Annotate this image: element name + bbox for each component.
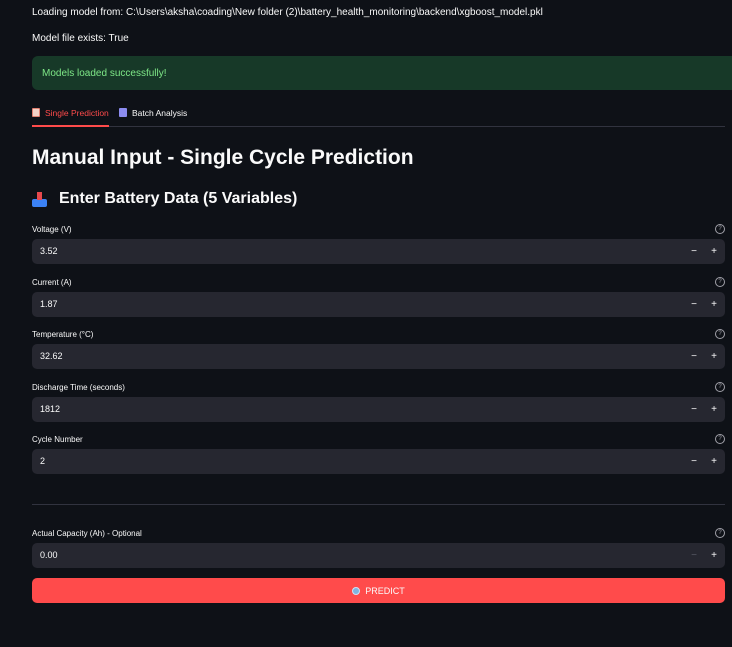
- increment-button[interactable]: +: [707, 397, 721, 422]
- decrement-button[interactable]: −: [687, 543, 701, 568]
- actual-capacity-label: Actual Capacity (Ah) - Optional: [32, 529, 142, 538]
- log-exists-line: Model file exists: True: [32, 33, 129, 44]
- log-loading-line: Loading model from: C:\Users\aksha\coadi…: [32, 7, 543, 18]
- increment-button[interactable]: +: [707, 449, 721, 474]
- help-icon[interactable]: ?: [715, 382, 725, 392]
- decrement-button[interactable]: −: [687, 449, 701, 474]
- predict-button-label: PREDICT: [365, 585, 405, 596]
- temperature-value[interactable]: 32.62: [40, 344, 63, 369]
- predict-button[interactable]: PREDICT: [32, 578, 725, 603]
- discharge-time-value[interactable]: 1812: [40, 397, 60, 422]
- help-icon[interactable]: ?: [715, 277, 725, 287]
- voltage-value[interactable]: 3.52: [40, 239, 58, 264]
- current-value[interactable]: 1.87: [40, 292, 58, 317]
- discharge-time-label: Discharge Time (seconds): [32, 383, 125, 392]
- tab-batch-analysis[interactable]: Batch Analysis: [119, 100, 187, 125]
- page-title: Manual Input - Single Cycle Prediction: [32, 146, 414, 169]
- decrement-button[interactable]: −: [687, 239, 701, 264]
- increment-button[interactable]: +: [707, 239, 721, 264]
- help-icon[interactable]: ?: [715, 528, 725, 538]
- temperature-label: Temperature (°C): [32, 330, 94, 339]
- help-icon[interactable]: ?: [715, 434, 725, 444]
- cycle-number-input[interactable]: 2 − +: [32, 449, 725, 474]
- cycle-number-value[interactable]: 2: [40, 449, 45, 474]
- help-icon[interactable]: ?: [715, 329, 725, 339]
- inbox-tray-icon: [32, 191, 47, 207]
- increment-button[interactable]: +: [707, 344, 721, 369]
- current-input[interactable]: 1.87 − +: [32, 292, 725, 317]
- cycle-number-label: Cycle Number: [32, 435, 83, 444]
- tab-single-prediction[interactable]: Single Prediction: [32, 100, 109, 127]
- document-icon: [32, 108, 40, 117]
- section-title-text: Enter Battery Data (5 Variables): [59, 190, 298, 207]
- help-icon[interactable]: ?: [715, 224, 725, 234]
- decrement-button[interactable]: −: [687, 344, 701, 369]
- temperature-input[interactable]: 32.62 − +: [32, 344, 725, 369]
- current-label: Current (A): [32, 278, 72, 287]
- voltage-label: Voltage (V): [32, 225, 72, 234]
- magnifier-icon: [352, 586, 361, 595]
- decrement-button[interactable]: −: [687, 397, 701, 422]
- actual-capacity-value[interactable]: 0.00: [40, 543, 58, 568]
- voltage-input[interactable]: 3.52 − +: [32, 239, 725, 264]
- discharge-time-input[interactable]: 1812 − +: [32, 397, 725, 422]
- tab-bar: Single Prediction Batch Analysis: [32, 100, 725, 127]
- actual-capacity-input[interactable]: 0.00 − +: [32, 543, 725, 568]
- tab-batch-analysis-label: Batch Analysis: [132, 107, 188, 118]
- section-title: Enter Battery Data (5 Variables): [32, 190, 297, 208]
- database-icon: [119, 108, 127, 117]
- increment-button[interactable]: +: [707, 292, 721, 317]
- divider: [32, 504, 725, 505]
- decrement-button[interactable]: −: [687, 292, 701, 317]
- success-alert-text: Models loaded successfully!: [42, 67, 167, 79]
- increment-button[interactable]: +: [707, 543, 721, 568]
- success-alert: Models loaded successfully!: [32, 56, 732, 90]
- tab-single-prediction-label: Single Prediction: [45, 107, 109, 118]
